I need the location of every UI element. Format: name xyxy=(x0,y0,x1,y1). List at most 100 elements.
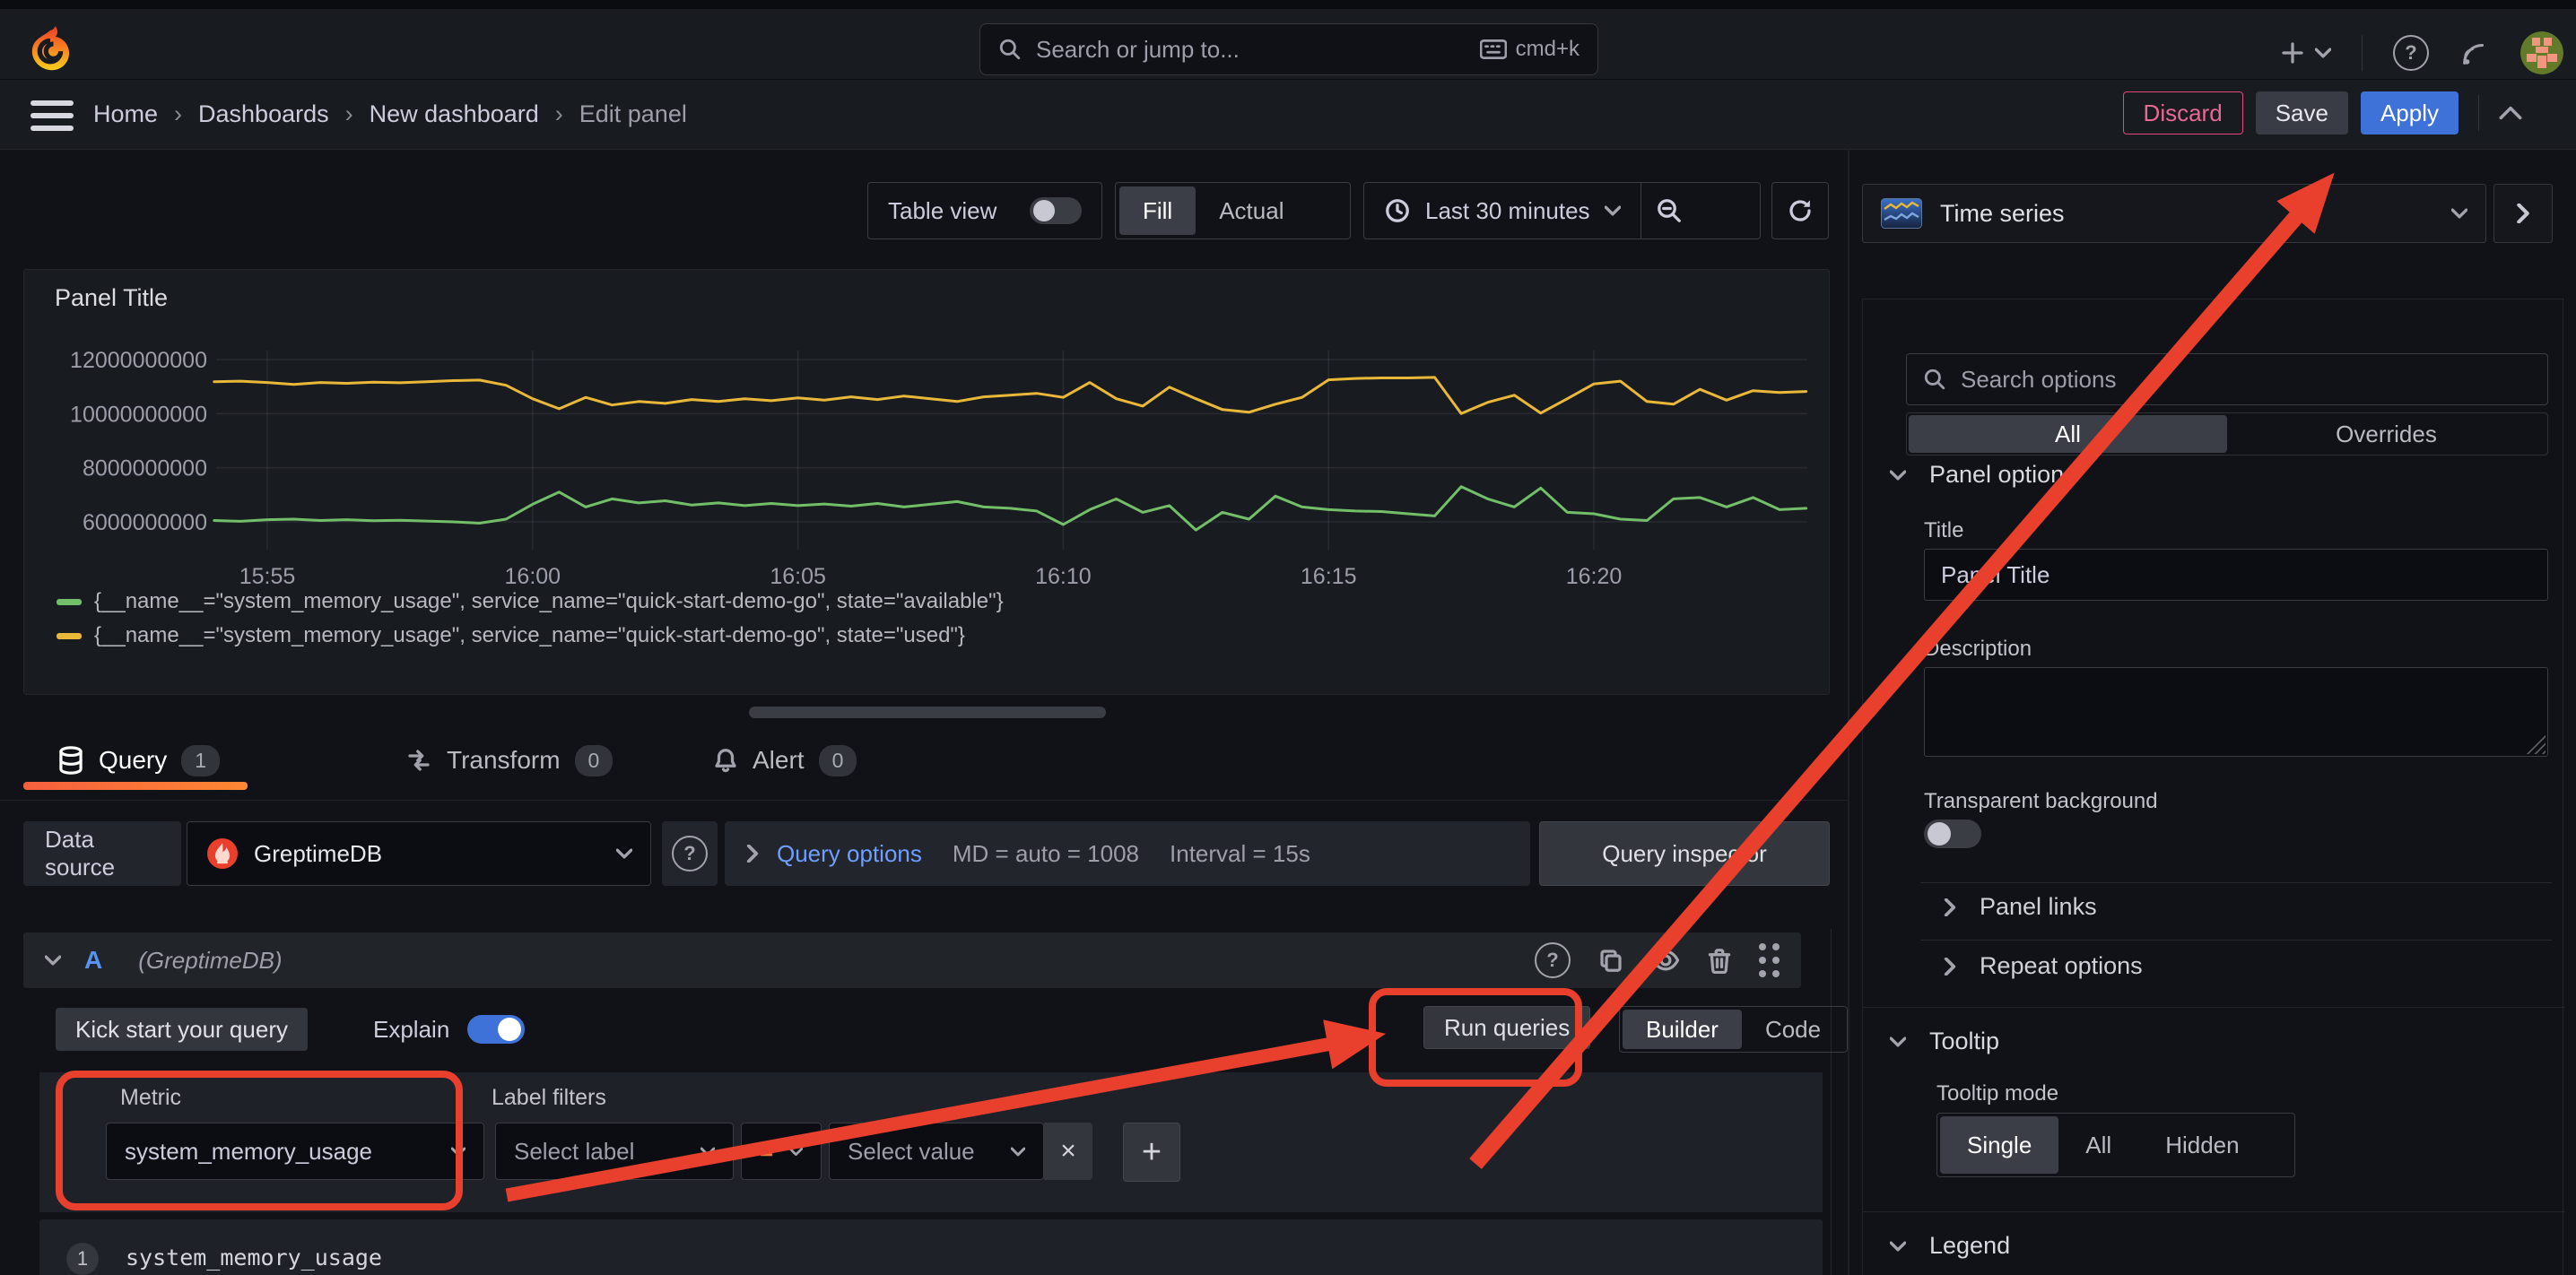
builder-option[interactable]: Builder xyxy=(1623,1010,1742,1049)
database-icon xyxy=(57,746,84,775)
label-filters-label: Label filters xyxy=(492,1085,606,1111)
fill-option[interactable]: Fill xyxy=(1119,186,1196,235)
visualization-name: Time series xyxy=(1940,200,2433,228)
apply-button[interactable]: Apply xyxy=(2361,91,2459,134)
time-range-picker: Last 30 minutes xyxy=(1363,182,1761,239)
select-value-dropdown[interactable]: Select value xyxy=(829,1123,1044,1180)
datasource-row: Data source GreptimeDB ? Query options M… xyxy=(23,821,1830,886)
select-label-dropdown[interactable]: Select label xyxy=(495,1123,734,1180)
shortcut-label: cmd+k xyxy=(1516,37,1580,62)
duplicate-icon[interactable] xyxy=(1597,947,1624,974)
hide-response-icon[interactable] xyxy=(1651,947,1680,974)
discard-button[interactable]: Discard xyxy=(2123,91,2243,134)
query-ref: A xyxy=(84,946,102,975)
grafana-logo-icon[interactable] xyxy=(25,25,75,75)
viz-suggestions-button[interactable] xyxy=(2493,184,2553,243)
query-row-header[interactable]: A (GreptimeDB) ? xyxy=(23,932,1801,988)
tooltip-single[interactable]: Single xyxy=(1940,1116,2058,1174)
tooltip-header[interactable]: Tooltip xyxy=(1890,1028,1999,1055)
metric-select[interactable]: system_memory_usage xyxy=(106,1123,484,1180)
datasource-name: GreptimeDB xyxy=(254,840,602,868)
svg-text:15:55: 15:55 xyxy=(239,564,296,589)
breadcrumb-dashboards[interactable]: Dashboards xyxy=(198,100,329,128)
query-toolbar: Kick start your query Explain Run querie… xyxy=(39,997,1823,1065)
visualization-picker[interactable]: Time series xyxy=(1862,184,2486,243)
table-view-toggle[interactable] xyxy=(1030,197,1082,224)
panel-options-header[interactable]: Panel options xyxy=(1890,461,2076,489)
breadcrumb-new-dashboard[interactable]: New dashboard xyxy=(370,100,539,128)
news-icon[interactable] xyxy=(2459,38,2490,68)
global-search[interactable]: cmd+k xyxy=(979,23,1598,75)
tooltip-all[interactable]: All xyxy=(2058,1116,2138,1174)
chevron-down-icon xyxy=(45,955,61,966)
query-inspector-button[interactable]: Query inspector xyxy=(1539,821,1830,886)
breadcrumb-separator: › xyxy=(555,100,563,128)
datasource-help-button[interactable]: ? xyxy=(662,821,718,886)
divider xyxy=(2362,35,2363,71)
zoom-out-button[interactable] xyxy=(1640,183,1697,239)
svg-text:16:05: 16:05 xyxy=(770,564,826,589)
legend-item[interactable]: {__name__="system_memory_usage", service… xyxy=(57,623,1004,648)
kick-start-query-button[interactable]: Kick start your query xyxy=(56,1008,308,1051)
divider xyxy=(1920,882,2552,883)
metric-label: Metric xyxy=(120,1085,181,1111)
datasource-picker[interactable]: GreptimeDB xyxy=(187,821,651,886)
drag-handle-icon[interactable] xyxy=(1759,943,1780,977)
chevron-down-icon xyxy=(1890,470,1906,481)
tab-overrides[interactable]: Overrides xyxy=(2227,415,2546,453)
tooltip-hidden[interactable]: Hidden xyxy=(2138,1116,2266,1174)
legend-item[interactable]: {__name__="system_memory_usage", service… xyxy=(57,589,1004,614)
refresh-button[interactable] xyxy=(1771,182,1829,239)
operator-value: = xyxy=(760,1138,773,1166)
collapse-header-icon[interactable] xyxy=(2499,106,2522,120)
global-search-input[interactable] xyxy=(1034,35,1480,65)
svg-text:16:00: 16:00 xyxy=(505,564,561,589)
options-search[interactable] xyxy=(1906,353,2548,405)
delete-icon[interactable] xyxy=(1707,947,1732,974)
operator-dropdown[interactable]: = xyxy=(741,1123,822,1180)
time-range-button[interactable]: Last 30 minutes xyxy=(1364,183,1640,239)
top-bar: cmd+k ? xyxy=(0,9,2576,80)
description-textarea[interactable] xyxy=(1924,667,2548,757)
transparent-toggle[interactable] xyxy=(1924,820,1981,848)
svg-text:16:15: 16:15 xyxy=(1301,564,1357,589)
svg-text:12000000000: 12000000000 xyxy=(70,348,207,373)
avatar[interactable] xyxy=(2520,31,2563,74)
panel-options-title: Panel options xyxy=(1929,461,2076,489)
panel-title-input[interactable] xyxy=(1924,549,2548,601)
svg-text:16:10: 16:10 xyxy=(1035,564,1092,589)
remove-filter-button[interactable]: × xyxy=(1044,1123,1092,1180)
tab-alert[interactable]: Alert 0 xyxy=(713,728,857,793)
save-button[interactable]: Save xyxy=(2256,91,2348,134)
resize-handle[interactable] xyxy=(749,707,1106,718)
add-filter-button[interactable]: + xyxy=(1123,1123,1180,1182)
repeat-options-header[interactable]: Repeat options xyxy=(1944,952,2143,980)
chevron-down-icon xyxy=(2315,48,2331,58)
time-range-label: Last 30 minutes xyxy=(1425,197,1590,225)
panel-preview[interactable]: Panel Title 1200000000010000000000800000… xyxy=(23,269,1830,695)
tab-all[interactable]: All xyxy=(1909,415,2227,453)
tab-transform[interactable]: Transform 0 xyxy=(405,728,613,793)
run-queries-button[interactable]: Run queries xyxy=(1423,1006,1590,1049)
menu-toggle-icon[interactable] xyxy=(30,100,74,131)
query-editor: A (GreptimeDB) ? Kick start your query E… xyxy=(23,929,1832,1275)
sidebar-divider[interactable] xyxy=(1848,149,1849,1275)
options-search-input[interactable] xyxy=(1959,365,2531,395)
description-field-wrap xyxy=(1924,667,2548,757)
clock-icon xyxy=(1384,197,1411,224)
query-options-link[interactable]: Query options xyxy=(777,840,922,868)
title-label: Title xyxy=(1924,518,1963,543)
query-help-icon[interactable]: ? xyxy=(1535,942,1571,978)
code-option[interactable]: Code xyxy=(1742,1010,1844,1049)
chevron-right-icon xyxy=(746,845,759,863)
legend-header[interactable]: Legend xyxy=(1890,1232,2010,1260)
panel-links-header[interactable]: Panel links xyxy=(1944,893,2097,921)
help-icon[interactable]: ? xyxy=(2393,35,2429,71)
explain-toggle[interactable] xyxy=(467,1015,525,1044)
explain-expression: system_memory_usage xyxy=(126,1245,382,1271)
breadcrumb-home[interactable]: Home xyxy=(93,100,158,128)
actual-option[interactable]: Actual xyxy=(1196,186,1307,235)
new-menu-button[interactable] xyxy=(2279,39,2331,66)
chevron-down-icon xyxy=(789,1147,803,1157)
explain-panel: 1 system_memory_usage Fetch all series m… xyxy=(39,1219,1823,1275)
